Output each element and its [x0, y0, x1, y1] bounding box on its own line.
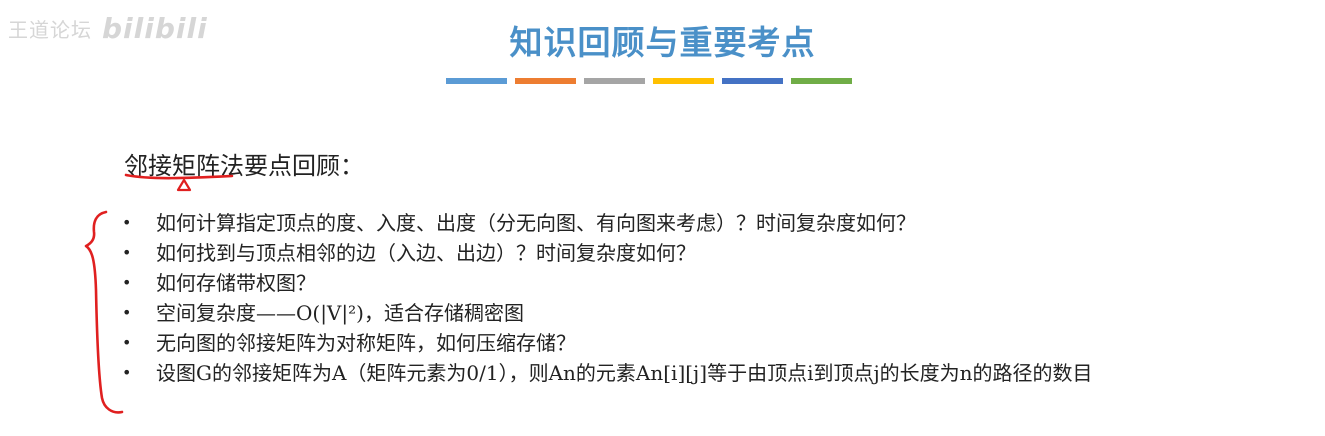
- list-item: • 空间复杂度——O(|V|²)，适合存储稠密图: [122, 298, 1222, 328]
- color-bar: [722, 78, 783, 84]
- section-subtitle: 邻接矩阵法要点回顾：: [124, 152, 364, 180]
- list-item: • 如何找到与顶点相邻的边（入边、出边）？时间复杂度如何？: [122, 238, 1222, 268]
- page-title: 知识回顾与重要考点: [509, 23, 816, 62]
- list-item-text: 如何找到与顶点相邻的边（入边、出边）？时间复杂度如何？: [156, 241, 696, 265]
- color-bar: [791, 78, 852, 84]
- list-item: • 如何计算指定顶点的度、入度、出度（分无向图、有向图来考虑）？时间复杂度如何？: [122, 208, 1222, 238]
- bullet: •: [122, 213, 132, 232]
- list-item-text: 无向图的邻接矩阵为对称矩阵，如何压缩存储？: [156, 331, 576, 355]
- bullet: •: [122, 333, 132, 352]
- curly-brace-mark: [84, 210, 124, 414]
- triangle-mark: [176, 178, 192, 192]
- bullet: •: [122, 363, 132, 382]
- list-item: • 如何存储带权图？: [122, 268, 1222, 298]
- color-bar: [653, 78, 714, 84]
- list-item: • 无向图的邻接矩阵为对称矩阵，如何压缩存储？: [122, 328, 1222, 358]
- color-bar: [584, 78, 645, 84]
- bullet: •: [122, 243, 132, 262]
- color-bar-strip: [446, 78, 852, 84]
- list-item: • 设图G的邻接矩阵为A（矩阵元素为0/1），则An的元素An[i][j]等于由…: [122, 358, 1222, 388]
- bullet: •: [122, 273, 132, 292]
- list-item-text: 空间复杂度——O(|V|²)，适合存储稠密图: [156, 301, 524, 325]
- bullet: •: [122, 303, 132, 322]
- key-points-list: • 如何计算指定顶点的度、入度、出度（分无向图、有向图来考虑）？时间复杂度如何？…: [122, 208, 1222, 388]
- color-bar: [515, 78, 576, 84]
- list-item-text: 如何计算指定顶点的度、入度、出度（分无向图、有向图来考虑）？时间复杂度如何？: [156, 211, 916, 235]
- color-bar: [446, 78, 507, 84]
- list-item-text: 设图G的邻接矩阵为A（矩阵元素为0/1），则An的元素An[i][j]等于由顶点…: [156, 361, 1093, 385]
- list-item-text: 如何存储带权图？: [156, 271, 316, 295]
